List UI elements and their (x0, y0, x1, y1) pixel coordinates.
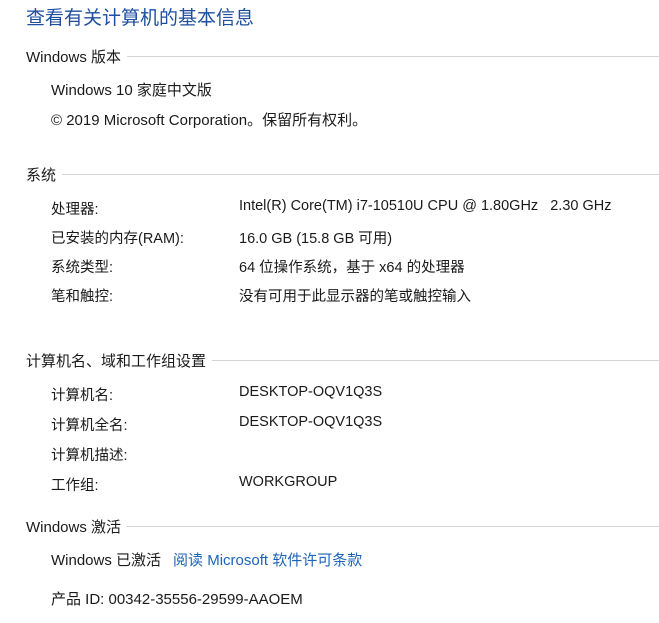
section-divider (127, 525, 659, 527)
full-computer-name-label: 计算机全名: (51, 418, 128, 434)
pen-touch-label: 笔和触控: (51, 289, 114, 305)
computer-name-section-header: 计算机名、域和工作组设置 (26, 350, 659, 370)
workgroup-value: WORKGROUP (239, 474, 338, 490)
workgroup-label: 工作组: (51, 478, 99, 494)
activation-status: Windows 已激活 (51, 552, 162, 569)
activation-header-label: Windows 激活 (26, 518, 122, 536)
windows-edition-section-header: Windows 版本 (26, 46, 659, 66)
section-divider (127, 55, 659, 57)
ram-value: 16.0 GB (15.8 GB 可用) (239, 231, 393, 247)
computer-name-row: 计算机名: DESKTOP-OQV1Q3S (51, 384, 659, 406)
pen-touch-value: 没有可用于此显示器的笔或触控输入 (239, 289, 471, 305)
copyright-text: © 2019 Microsoft Corporation。保留所有权利。 (51, 112, 368, 129)
license-terms-link[interactable]: 阅读 Microsoft 软件许可条款 (173, 552, 362, 569)
processor-row: 处理器: Intel(R) Core(TM) i7-10510U CPU @ 1… (51, 198, 659, 220)
pen-touch-row: 笔和触控: 没有可用于此显示器的笔或触控输入 (51, 285, 659, 307)
activation-status-line: Windows 已激活 阅读 Microsoft 软件许可条款 (51, 549, 362, 570)
processor-label: 处理器: (51, 202, 99, 218)
windows-edition-name: Windows 10 家庭中文版 (51, 82, 212, 99)
computer-description-label: 计算机描述: (51, 448, 128, 464)
ram-row: 已安装的内存(RAM): 16.0 GB (15.8 GB 可用) (51, 227, 659, 249)
page-title: 查看有关计算机的基本信息 (26, 8, 255, 29)
full-computer-name-value: DESKTOP-OQV1Q3S (239, 414, 383, 430)
ram-label: 已安装的内存(RAM): (51, 231, 184, 247)
windows-edition-header-label: Windows 版本 (26, 48, 122, 66)
system-header-label: 系统 (26, 166, 57, 184)
system-type-value: 64 位操作系统，基于 x64 的处理器 (239, 260, 465, 276)
product-id: 产品 ID: 00342-35556-29599-AAOEM (51, 591, 303, 608)
workgroup-row: 工作组: WORKGROUP (51, 474, 659, 496)
section-divider (212, 359, 659, 361)
full-computer-name-row: 计算机全名: DESKTOP-OQV1Q3S (51, 414, 659, 436)
system-type-label: 系统类型: (51, 260, 114, 276)
processor-value: Intel(R) Core(TM) i7-10510U CPU @ 1.80GH… (239, 198, 612, 214)
system-type-row: 系统类型: 64 位操作系统，基于 x64 的处理器 (51, 256, 659, 278)
computer-name-header-label: 计算机名、域和工作组设置 (26, 352, 207, 370)
activation-section-header: Windows 激活 (26, 516, 659, 536)
system-section-header: 系统 (26, 164, 659, 184)
section-divider (62, 173, 659, 175)
computer-name-label: 计算机名: (51, 388, 114, 404)
computer-name-value: DESKTOP-OQV1Q3S (239, 384, 383, 400)
computer-description-row: 计算机描述: (51, 444, 659, 466)
